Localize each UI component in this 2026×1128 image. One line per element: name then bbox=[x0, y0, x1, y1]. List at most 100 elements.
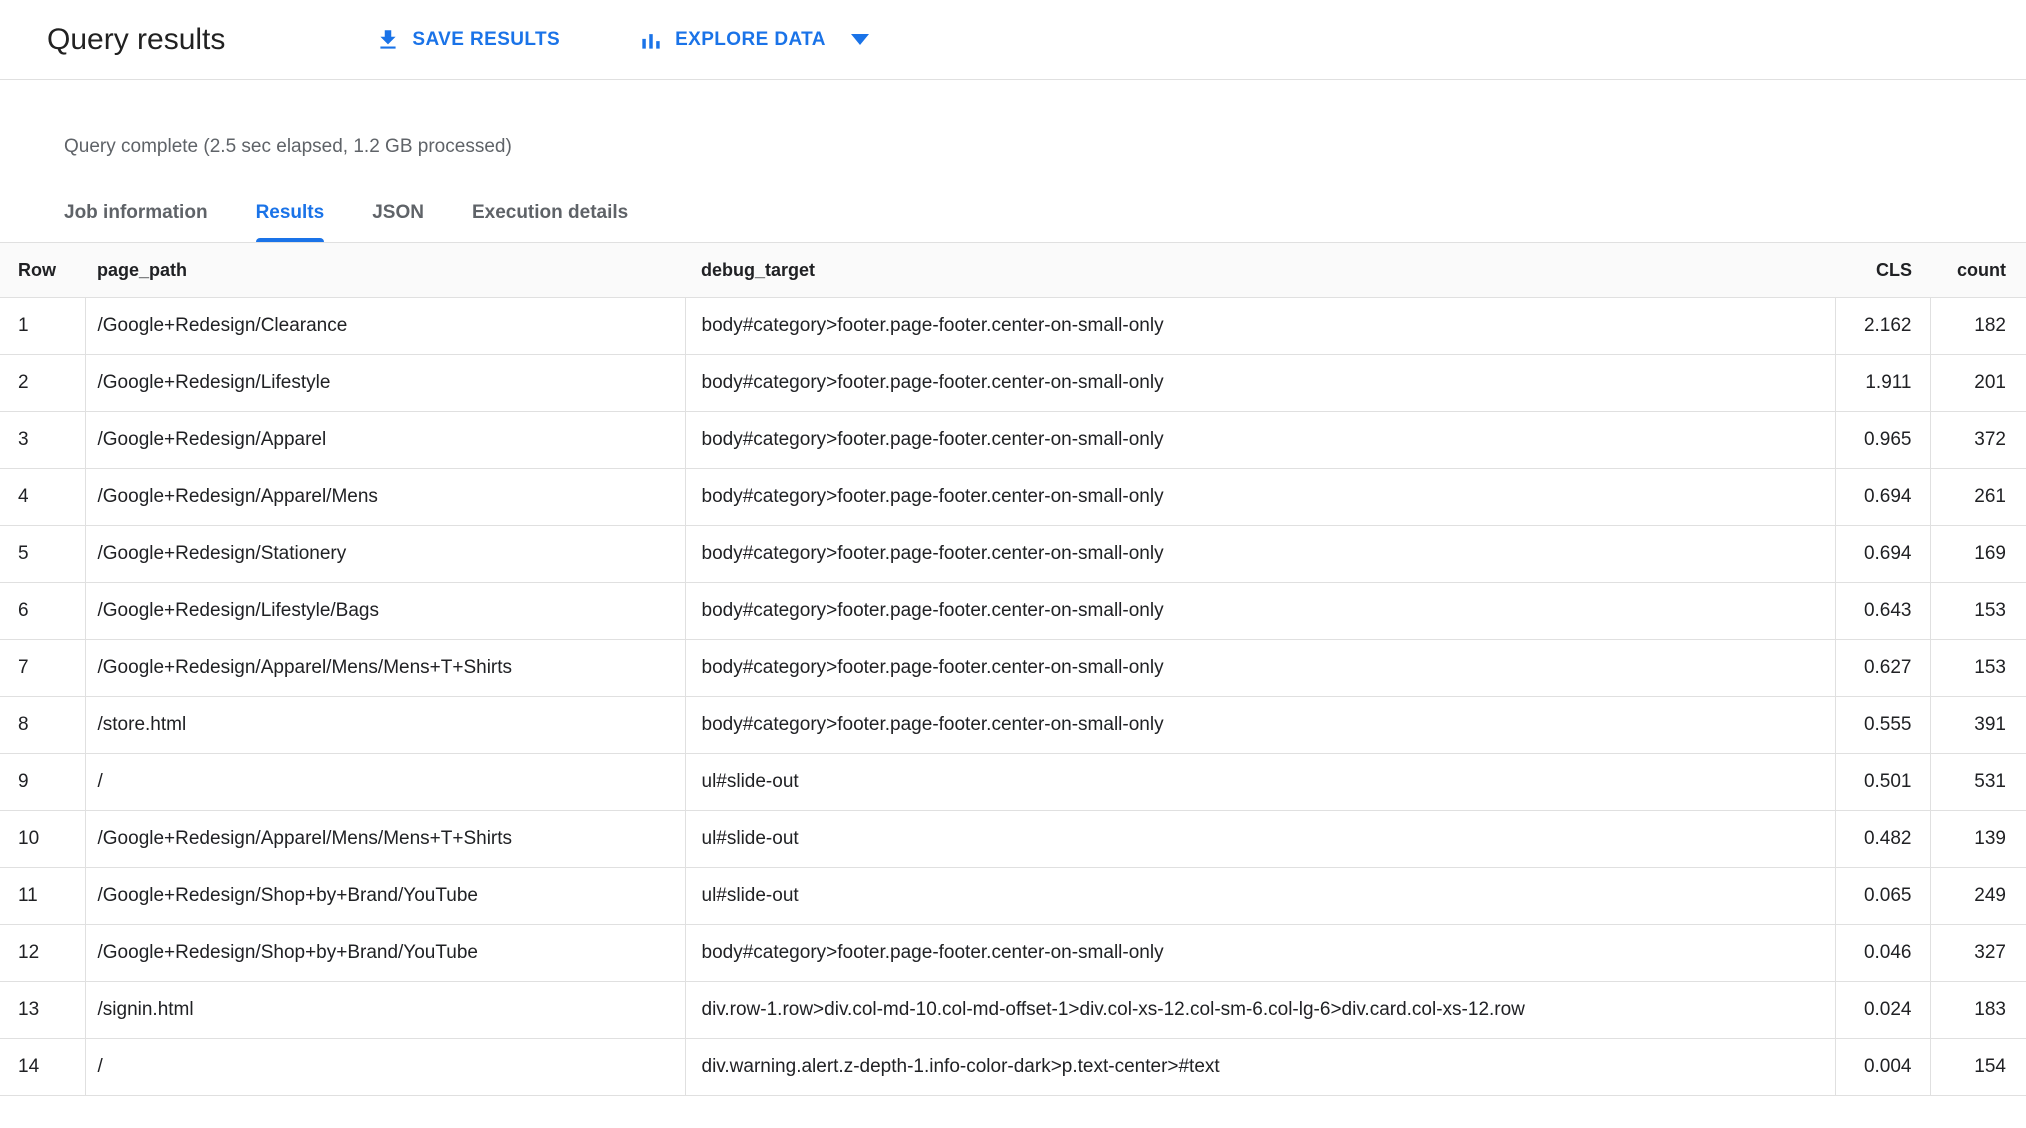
cell-count: 153 bbox=[1929, 582, 2026, 640]
cell-count: 182 bbox=[1929, 297, 2026, 355]
query-results-header: Query results SAVE RESULTS EXPLORE DATA bbox=[0, 0, 2026, 80]
cell-count: 372 bbox=[1929, 411, 2026, 469]
table-row: 11/Google+Redesign/Shop+by+Brand/YouTube… bbox=[0, 867, 2026, 925]
cell-cls: 0.965 bbox=[1834, 411, 1930, 469]
table-row: 6/Google+Redesign/Lifestyle/Bags body#cat… bbox=[0, 582, 2026, 640]
cell-debug_target: ul#slide-out bbox=[684, 810, 1835, 868]
tab-job-information[interactable]: Job information bbox=[64, 202, 208, 242]
cell-debug_target: div.warning.alert.z-depth-1.info-color-d… bbox=[684, 1038, 1835, 1096]
cell-cls: 2.162 bbox=[1834, 297, 1930, 355]
tab-results[interactable]: Results bbox=[255, 202, 324, 242]
cell-cls: 0.501 bbox=[1834, 753, 1930, 811]
cell-cls: 0.046 bbox=[1834, 924, 1930, 982]
table-row: 12/Google+Redesign/Shop+by+Brand/YouTube… bbox=[0, 924, 2026, 982]
cell-page_path: /Google+Redesign/Apparel bbox=[84, 411, 685, 469]
table-row: 7/Google+Redesign/Apparel/Mens/Mens+T+Sh… bbox=[0, 639, 2026, 697]
cell-debug_target: body#category>footer.page-footer.center-… bbox=[684, 924, 1835, 982]
cell-page_path: /Google+Redesign/Apparel/Mens bbox=[84, 468, 685, 526]
cell-count: 327 bbox=[1929, 924, 2026, 982]
cell-row: 9 bbox=[0, 753, 85, 811]
cell-cls: 1.911 bbox=[1834, 354, 1930, 412]
explore-data-label: EXPLORE DATA bbox=[675, 28, 826, 50]
cell-debug_target: body#category>footer.page-footer.center-… bbox=[684, 354, 1835, 412]
download-icon bbox=[375, 27, 401, 53]
cell-page_path: /store.html bbox=[84, 696, 685, 754]
results-table: Row page_path debug_target CLS count 1/Googl… bbox=[0, 242, 2026, 1096]
column-header-page_path: page_path bbox=[85, 242, 685, 298]
cell-page_path: /Google+Redesign/Stationery bbox=[84, 525, 685, 583]
table-row: 2/Google+Redesign/Lifestyle body#category… bbox=[0, 354, 2026, 412]
cell-debug_target: body#category>footer.page-footer.center-… bbox=[684, 468, 1835, 526]
cell-count: 153 bbox=[1929, 639, 2026, 697]
cell-count: 139 bbox=[1929, 810, 2026, 868]
cell-page_path: /Google+Redesign/Apparel/Mens/Mens+T+Shi… bbox=[84, 810, 685, 868]
cell-row: 10 bbox=[0, 810, 85, 868]
caret-down-icon bbox=[850, 34, 869, 45]
cell-row: 3 bbox=[0, 411, 85, 469]
bar-chart-icon bbox=[638, 27, 664, 53]
cell-cls: 0.627 bbox=[1834, 639, 1930, 697]
cell-cls: 0.065 bbox=[1834, 867, 1930, 925]
explore-data-button[interactable]: EXPLORE DATA bbox=[638, 27, 869, 53]
cell-page_path: /Google+Redesign/Shop+by+Brand/YouTube bbox=[84, 924, 685, 982]
cell-cls: 0.024 bbox=[1834, 981, 1930, 1039]
table-row: 5/Google+Redesign/Stationery body#categor… bbox=[0, 525, 2026, 583]
cell-count: 183 bbox=[1929, 981, 2026, 1039]
cell-page_path: /Google+Redesign/Lifestyle bbox=[84, 354, 685, 412]
cell-count: 201 bbox=[1929, 354, 2026, 412]
cell-debug_target: body#category>footer.page-footer.center-… bbox=[684, 582, 1835, 640]
column-header-row: Row bbox=[0, 242, 85, 298]
column-header-debug_target: debug_target bbox=[685, 242, 1835, 298]
cell-cls: 0.004 bbox=[1834, 1038, 1930, 1096]
table-row: 4/Google+Redesign/Apparel/Mens body#categ… bbox=[0, 468, 2026, 526]
table-header-row: Row page_path debug_target CLS count bbox=[0, 242, 2026, 298]
results-table-body: 1/Google+Redesign/Clearance body#category… bbox=[0, 297, 2026, 1096]
cell-page_path: / bbox=[84, 753, 685, 811]
table-row: 8/store.html body#category>footer.page-fo… bbox=[0, 696, 2026, 754]
cell-page_path: /Google+Redesign/Lifestyle/Bags bbox=[84, 582, 685, 640]
cell-row: 1 bbox=[0, 297, 85, 355]
column-header-cls: CLS bbox=[1835, 242, 1930, 298]
cell-debug_target: div.row-1.row>div.col-md-10.col-md-offse… bbox=[684, 981, 1835, 1039]
save-results-button[interactable]: SAVE RESULTS bbox=[375, 27, 560, 53]
cell-row: 14 bbox=[0, 1038, 85, 1096]
table-row: 1/Google+Redesign/Clearance body#category… bbox=[0, 297, 2026, 355]
cell-debug_target: body#category>footer.page-footer.center-… bbox=[684, 525, 1835, 583]
cell-debug_target: body#category>footer.page-footer.center-… bbox=[684, 411, 1835, 469]
table-row: 3/Google+Redesign/Apparel body#category>f… bbox=[0, 411, 2026, 469]
cell-cls: 0.643 bbox=[1834, 582, 1930, 640]
cell-cls: 0.555 bbox=[1834, 696, 1930, 754]
cell-page_path: /Google+Redesign/Shop+by+Brand/YouTube bbox=[84, 867, 685, 925]
cell-row: 7 bbox=[0, 639, 85, 697]
table-row: 14/div.warning.alert.z-depth-1.info-colo… bbox=[0, 1038, 2026, 1096]
table-row: 10/Google+Redesign/Apparel/Mens/Mens+T+S… bbox=[0, 810, 2026, 868]
query-status: Query complete (2.5 sec elapsed, 1.2 GB … bbox=[64, 136, 512, 157]
table-row: 13/signin.html div.row-1.row>div.col-md-1… bbox=[0, 981, 2026, 1039]
cell-debug_target: ul#slide-out bbox=[684, 753, 1835, 811]
page-title: Query results bbox=[47, 22, 226, 56]
cell-page_path: / bbox=[84, 1038, 685, 1096]
cell-count: 154 bbox=[1929, 1038, 2026, 1096]
table-row: 9/ul#slide-out 0.501 531 bbox=[0, 753, 2026, 811]
cell-debug_target: body#category>footer.page-footer.center-… bbox=[684, 297, 1835, 355]
cell-cls: 0.694 bbox=[1834, 525, 1930, 583]
tab-json[interactable]: JSON bbox=[372, 202, 424, 242]
cell-row: 8 bbox=[0, 696, 85, 754]
cell-debug_target: ul#slide-out bbox=[684, 867, 1835, 925]
cell-row: 2 bbox=[0, 354, 85, 412]
cell-count: 261 bbox=[1929, 468, 2026, 526]
cell-row: 4 bbox=[0, 468, 85, 526]
cell-count: 391 bbox=[1929, 696, 2026, 754]
save-results-label: SAVE RESULTS bbox=[412, 28, 561, 50]
cell-count: 531 bbox=[1929, 753, 2026, 811]
cell-cls: 0.482 bbox=[1834, 810, 1930, 868]
cell-page_path: /Google+Redesign/Clearance bbox=[84, 297, 685, 355]
cell-debug_target: body#category>footer.page-footer.center-… bbox=[684, 639, 1835, 697]
cell-page_path: /Google+Redesign/Apparel/Mens/Mens+T+Shi… bbox=[84, 639, 685, 697]
tab-execution-details[interactable]: Execution details bbox=[472, 202, 628, 242]
cell-row: 13 bbox=[0, 981, 85, 1039]
cell-count: 169 bbox=[1929, 525, 2026, 583]
tabs: Job information Results JSON Execution deta… bbox=[0, 202, 2026, 242]
column-header-count: count bbox=[1930, 242, 2026, 298]
cell-row: 12 bbox=[0, 924, 85, 982]
